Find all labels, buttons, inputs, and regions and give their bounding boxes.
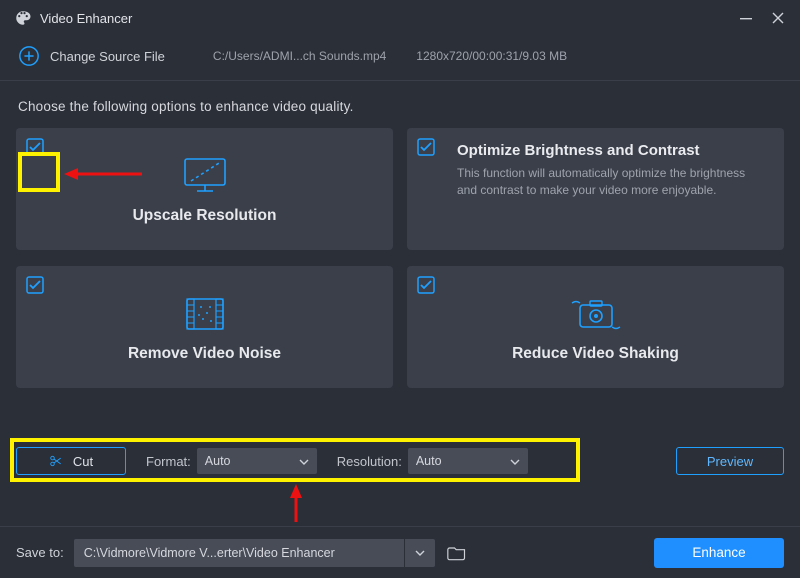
- enhance-button[interactable]: Enhance: [654, 538, 784, 568]
- controls-row: Cut Format: Auto Resolution: Auto Previe…: [16, 444, 784, 478]
- format-value: Auto: [205, 454, 231, 468]
- titlebar: Video Enhancer: [0, 0, 800, 36]
- checkbox-brightness[interactable]: [417, 138, 435, 156]
- preview-button[interactable]: Preview: [676, 447, 784, 475]
- save-to-label: Save to:: [16, 545, 64, 560]
- checkbox-noise[interactable]: [26, 276, 44, 294]
- source-meta: 1280x720/00:00:31/9.03 MB: [416, 49, 567, 63]
- card-reduce-shaking[interactable]: Reduce Video Shaking: [407, 266, 784, 388]
- open-folder-button[interactable]: [443, 539, 471, 567]
- resolution-dropdown[interactable]: Auto: [408, 448, 528, 474]
- card-remove-noise[interactable]: Remove Video Noise: [16, 266, 393, 388]
- save-path-dropdown[interactable]: [405, 539, 435, 567]
- save-path-text: C:\Vidmore\Vidmore V...erter\Video Enhan…: [84, 546, 335, 560]
- preview-label: Preview: [707, 454, 753, 469]
- cut-button[interactable]: Cut: [16, 447, 126, 475]
- window-title: Video Enhancer: [40, 11, 132, 26]
- card-description: This function will automatically optimiz…: [457, 165, 757, 200]
- options-grid: Upscale Resolution Optimize Brightness a…: [0, 128, 800, 388]
- format-label: Format:: [146, 454, 191, 469]
- card-brightness-contrast[interactable]: Optimize Brightness and Contrast This fu…: [407, 128, 784, 250]
- checkbox-shaking[interactable]: [417, 276, 435, 294]
- annotation-arrow-up: [288, 484, 304, 524]
- source-path: C:/Users/ADMI...ch Sounds.mp4: [213, 49, 386, 63]
- bottom-bar: Save to: C:\Vidmore\Vidmore V...erter\Vi…: [0, 526, 800, 578]
- instruction-text: Choose the following options to enhance …: [0, 81, 800, 128]
- enhance-label: Enhance: [692, 545, 745, 560]
- minimize-button[interactable]: [732, 4, 760, 32]
- cut-label: Cut: [73, 454, 93, 469]
- resolution-value: Auto: [416, 454, 442, 468]
- card-title: Remove Video Noise: [128, 345, 281, 363]
- resolution-label: Resolution:: [337, 454, 402, 469]
- change-source-button[interactable]: Change Source File: [50, 49, 165, 64]
- add-icon[interactable]: [18, 45, 40, 67]
- scissors-icon: [49, 454, 63, 468]
- format-dropdown[interactable]: Auto: [197, 448, 317, 474]
- card-title: Optimize Brightness and Contrast: [457, 142, 757, 159]
- chevron-down-icon: [299, 456, 309, 470]
- palette-icon: [14, 9, 32, 27]
- monitor-icon: [177, 155, 233, 199]
- card-title: Reduce Video Shaking: [512, 345, 679, 363]
- close-button[interactable]: [764, 4, 792, 32]
- chevron-down-icon: [510, 456, 520, 470]
- film-noise-icon: [181, 293, 229, 337]
- save-path-field[interactable]: C:\Vidmore\Vidmore V...erter\Video Enhan…: [74, 539, 404, 567]
- checkbox-upscale[interactable]: [26, 138, 44, 156]
- card-upscale-resolution[interactable]: Upscale Resolution: [16, 128, 393, 250]
- source-bar: Change Source File C:/Users/ADMI...ch So…: [0, 36, 800, 76]
- camera-shake-icon: [564, 293, 628, 337]
- card-title: Upscale Resolution: [133, 207, 277, 225]
